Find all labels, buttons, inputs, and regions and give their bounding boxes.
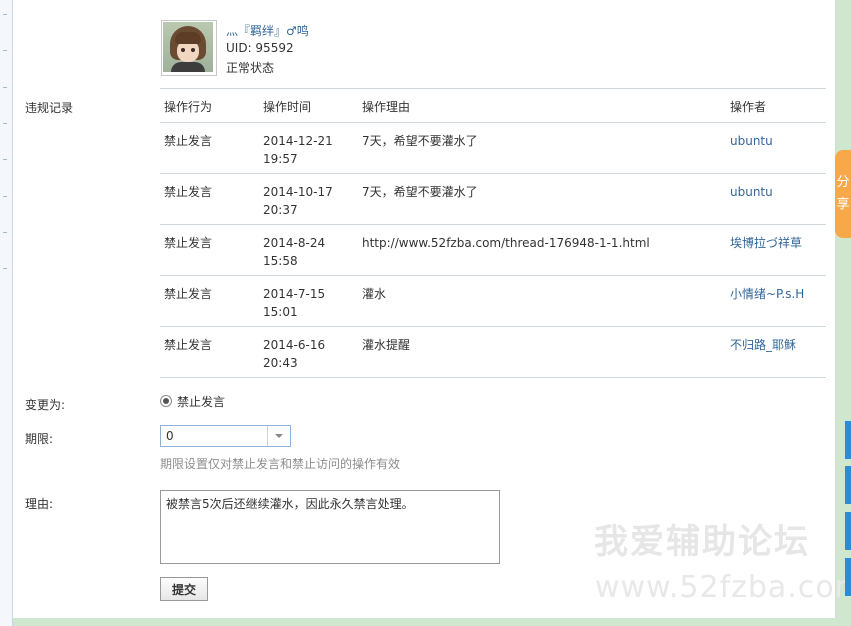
avatar-image [163, 22, 213, 72]
row-date: 2014-7-15 [263, 287, 326, 301]
row-action: 禁止发言 [164, 134, 213, 148]
change-to-label: 变更为: [25, 398, 66, 412]
table-header: 操作行为 操作时间 操作理由 操作者 [160, 89, 826, 123]
header-reason: 操作理由 [362, 100, 411, 114]
row-datetime: 2014-7-15 15:01 [263, 285, 325, 321]
row-operator-link[interactable]: 小情绪~P.s.H [730, 285, 804, 303]
row-reason: 灌水提醒 [362, 338, 411, 352]
ban-post-radio[interactable] [160, 395, 172, 407]
row-time: 15:01 [263, 305, 298, 319]
row-time: 20:43 [263, 356, 298, 370]
row-date: 2014-8-24 [263, 236, 326, 250]
row-reason: 灌水 [362, 287, 387, 301]
reason-textarea[interactable]: 被禁言5次后还继续灌水，因此永久禁言处理。 [160, 490, 500, 564]
avatar[interactable] [161, 20, 217, 76]
term-input[interactable] [161, 426, 274, 446]
radio-selected-dot [163, 398, 169, 404]
strip-tick [3, 196, 7, 197]
row-datetime: 2014-10-17 20:37 [263, 183, 333, 219]
side-float-button[interactable] [845, 512, 851, 550]
watermark-title: 我爱辅助论坛 [594, 522, 810, 562]
row-reason: http://www.52fzba.com/thread-176948-1-1.… [362, 236, 650, 250]
user-status: 正常状态 [226, 61, 275, 75]
violation-records-table: 操作行为 操作时间 操作理由 操作者 禁止发言 2014-12-21 19:57 … [160, 88, 826, 378]
ban-post-radio-label[interactable]: 禁止发言 [177, 393, 225, 410]
row-date: 2014-10-17 [263, 185, 333, 199]
term-combobox[interactable] [160, 425, 291, 447]
strip-tick [3, 123, 7, 124]
strip-tick [3, 14, 7, 15]
row-time: 15:58 [263, 254, 298, 268]
row-datetime: 2014-8-24 15:58 [263, 234, 325, 270]
header-action: 操作行为 [164, 100, 213, 114]
row-action: 禁止发言 [164, 185, 213, 199]
share-tab[interactable]: 分 享 [835, 150, 851, 238]
strip-tick [3, 87, 7, 88]
strip-tick [3, 232, 7, 233]
row-operator-link[interactable]: ubuntu [730, 183, 773, 201]
moderation-panel: 灬『羁绊』♂鸣 UID: 95592 正常状态 违规记录 操作行为 操作时间 操… [13, 0, 851, 618]
row-date: 2014-12-21 [263, 134, 333, 148]
header-time: 操作时间 [263, 100, 312, 114]
table-row: 禁止发言 2014-6-16 20:43 灌水提醒 不归路_耶稣 [160, 327, 826, 378]
table-row: 禁止发言 2014-7-15 15:01 灌水 小情绪~P.s.H [160, 276, 826, 327]
left-sidebar-strip [0, 0, 13, 626]
violation-records-label: 违规记录 [25, 101, 74, 115]
table-row: 禁止发言 2014-10-17 20:37 7天，希望不要灌水了 ubuntu [160, 174, 826, 225]
row-operator-link[interactable]: ubuntu [730, 132, 773, 150]
strip-tick [3, 268, 7, 269]
row-operator-link[interactable]: 埃博拉づ祥草 [730, 234, 802, 252]
strip-tick [3, 50, 7, 51]
row-action: 禁止发言 [164, 338, 213, 352]
term-label: 期限: [25, 432, 54, 446]
header-operator: 操作者 [730, 100, 767, 114]
strip-tick [3, 159, 7, 160]
term-dropdown-button[interactable] [267, 426, 290, 446]
submit-button[interactable]: 提交 [160, 577, 208, 601]
term-hint: 期限设置仅对禁止发言和禁止访问的操作有效 [160, 457, 401, 471]
username-link[interactable]: 灬『羁绊』♂鸣 [226, 22, 309, 39]
row-action: 禁止发言 [164, 236, 213, 250]
side-float-button[interactable] [845, 466, 851, 504]
share-char: 分 [836, 175, 850, 190]
side-float-button[interactable] [845, 421, 851, 459]
row-reason: 7天，希望不要灌水了 [362, 185, 478, 199]
row-date: 2014-6-16 [263, 338, 326, 352]
chevron-down-icon [275, 434, 283, 438]
table-row: 禁止发言 2014-12-21 19:57 7天，希望不要灌水了 ubuntu [160, 123, 826, 174]
user-uid: UID: 95592 [226, 41, 294, 55]
table-row: 禁止发言 2014-8-24 15:58 http://www.52fzba.co… [160, 225, 826, 276]
side-float-button[interactable] [845, 558, 851, 596]
row-time: 20:37 [263, 203, 298, 217]
reason-label: 理由: [25, 497, 54, 511]
row-time: 19:57 [263, 152, 298, 166]
row-datetime: 2014-6-16 20:43 [263, 336, 325, 372]
row-reason: 7天，希望不要灌水了 [362, 134, 478, 148]
row-datetime: 2014-12-21 19:57 [263, 132, 333, 168]
row-action: 禁止发言 [164, 287, 213, 301]
share-char: 享 [836, 197, 850, 212]
watermark-url: www.52fzba.com [595, 570, 851, 605]
row-operator-link[interactable]: 不归路_耶稣 [730, 336, 796, 354]
